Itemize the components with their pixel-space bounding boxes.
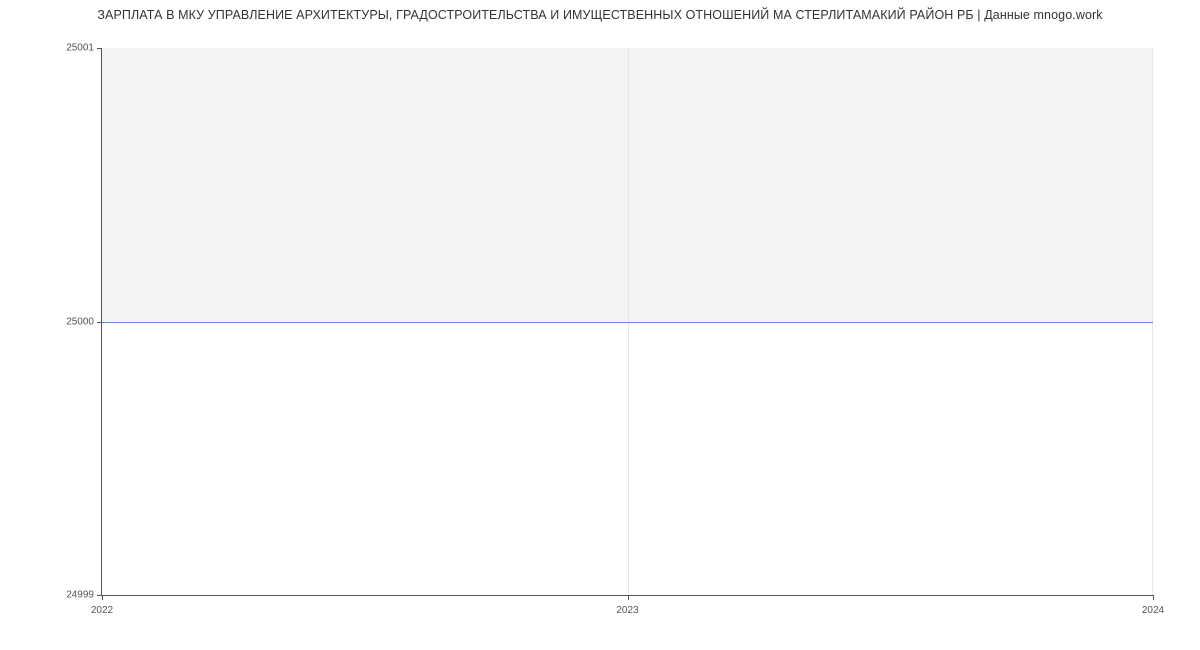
data-line [102, 322, 1153, 323]
ytick-mid [97, 322, 102, 323]
xtick-label-2023: 2023 [616, 605, 638, 616]
ytick-label-top: 25001 [66, 43, 94, 54]
ytick-label-bottom: 24999 [66, 590, 94, 601]
ytick-label-mid: 25000 [66, 316, 94, 327]
xtick-2022 [102, 595, 103, 600]
chart-container: ЗАРПЛАТА В МКУ УПРАВЛЕНИЕ АРХИТЕКТУРЫ, Г… [0, 0, 1200, 650]
chart-title: ЗАРПЛАТА В МКУ УПРАВЛЕНИЕ АРХИТЕКТУРЫ, Г… [0, 8, 1200, 22]
xtick-2024 [1153, 595, 1154, 600]
xtick-label-2022: 2022 [91, 605, 113, 616]
plot-area: 25001 25000 24999 2022 2023 2024 [101, 48, 1153, 596]
ytick-top [97, 48, 102, 49]
xtick-label-2024: 2024 [1142, 605, 1164, 616]
xtick-2023 [628, 595, 629, 600]
